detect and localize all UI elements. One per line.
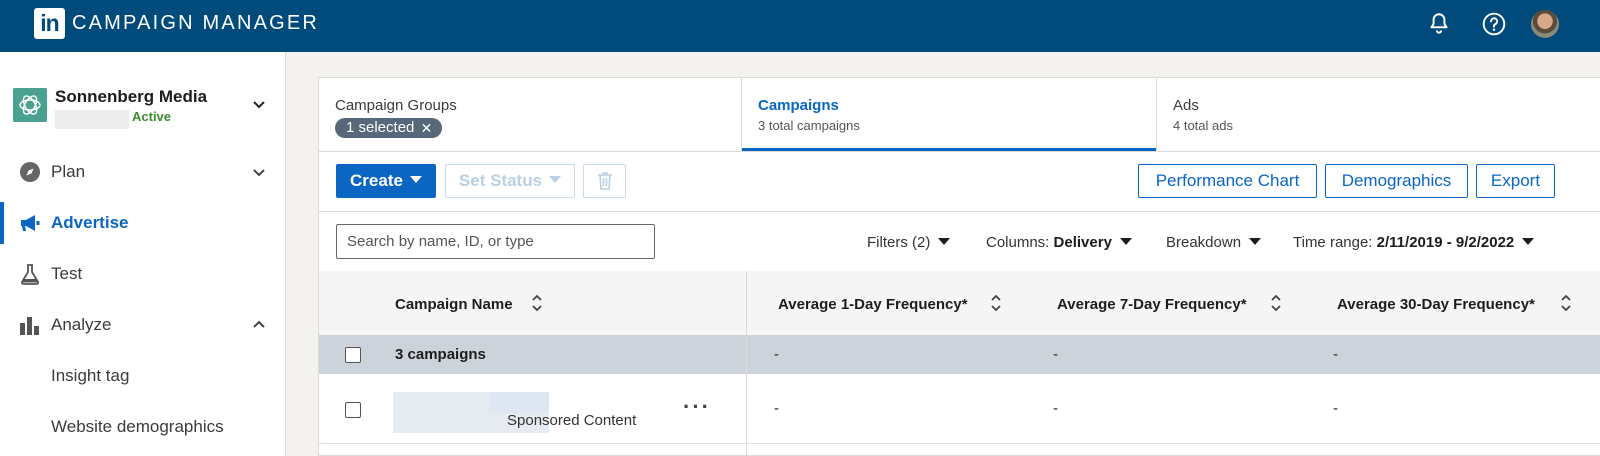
sidebar-subitem-website-demographics[interactable]: Website demographics [51,417,224,437]
filters-label: Filters (2) [867,234,931,251]
caret-down-icon [1522,237,1535,245]
divider [319,211,1600,212]
app-title: CAMPAIGN MANAGER [72,12,320,34]
sidebar-item-label: Advertise [51,213,129,232]
sidebar-item-analyze[interactable]: Analyze [0,304,285,346]
more-options-icon[interactable]: ··· [683,394,711,420]
column-header-campaign-name[interactable]: Campaign Name [395,296,513,313]
sidebar-item-test[interactable]: Test [0,253,285,295]
tab-subtitle: 3 total campaigns [758,118,860,133]
caret-down-icon [1249,237,1262,245]
top-bar: in CAMPAIGN MANAGER [0,0,1600,52]
tab-campaigns[interactable]: Campaigns 3 total campaigns [742,78,1157,151]
chevron-down-icon[interactable] [251,164,267,180]
sort-icon[interactable] [1269,292,1283,314]
trash-icon [597,172,612,190]
time-range-label: Time range: [1293,234,1373,251]
button-label: Set Status [458,171,543,190]
tab-subtitle: 4 total ads [1173,118,1233,133]
sidebar-subitem-insight-tag[interactable]: Insight tag [51,366,129,386]
caret-down-icon [549,176,562,184]
time-range-dropdown[interactable]: Time range: 2/11/2019 - 9/2/2022 [1293,234,1535,251]
account-logo [13,88,47,122]
summary-value: - [1053,346,1058,363]
megaphone-icon [21,215,40,231]
select-all-checkbox[interactable] [345,347,361,363]
selection-chip[interactable]: 1 selected ✕ [335,118,443,138]
caret-down-icon [1119,237,1132,245]
search-input[interactable] [336,224,655,259]
table-row[interactable]: Sponsored Content ··· - - - [319,374,1600,444]
bell-icon[interactable] [1426,11,1452,37]
close-icon[interactable]: ✕ [421,118,433,138]
help-icon[interactable] [1481,11,1507,37]
account-id-redacted [55,110,129,129]
sort-icon[interactable] [530,292,544,314]
compass-icon [20,162,40,182]
tab-title: Campaigns [758,97,839,114]
column-divider [746,271,747,456]
column-header-1-day-frequency[interactable]: Average 1-Day Frequency* [778,296,968,313]
columns-label: Columns: [986,234,1050,251]
create-button[interactable]: Create [336,164,436,198]
tab-title: Ads [1173,97,1199,114]
tab-title: Campaign Groups [335,97,457,114]
columns-dropdown[interactable]: Columns: Delivery [986,234,1132,251]
sidebar-item-label: Analyze [51,315,112,334]
avatar[interactable] [1531,10,1559,38]
caret-down-icon [938,237,951,245]
sidebar-item-plan[interactable]: Plan [0,151,285,193]
set-status-button[interactable]: Set Status [445,164,575,198]
sidebar-item-label: Test [51,264,83,283]
account-name[interactable]: Sonnenberg Media [55,87,207,107]
sidebar: Sonnenberg Media Active Plan Advertise T… [0,52,286,456]
campaigns-panel: Campaign Groups 1 selected ✕ Campaigns 3… [318,77,1600,456]
summary-value: - [1333,346,1338,363]
caret-down-icon [409,176,422,184]
table-header: Campaign Name Average 1-Day Frequency* A… [319,271,1600,335]
account-status: Active [132,109,172,124]
summary-label: 3 campaigns [395,346,486,363]
sort-icon[interactable] [989,292,1003,314]
chip-label: 1 selected [346,119,415,136]
row-value: - [1333,400,1338,417]
linkedin-logo[interactable]: in [34,8,65,39]
column-header-30-day-frequency[interactable]: Average 30-Day Frequency* [1337,296,1535,313]
columns-value: Delivery [1053,234,1112,251]
demographics-button[interactable]: Demographics [1325,164,1468,198]
chevron-up-icon[interactable] [251,317,267,333]
sort-icon[interactable] [1559,292,1573,314]
sidebar-item-advertise[interactable]: Advertise [0,202,285,244]
tab-ads[interactable]: Ads 4 total ads [1157,78,1600,151]
row-checkbox[interactable] [345,402,361,418]
button-label: Create [350,171,403,190]
export-button[interactable]: Export [1476,164,1555,198]
bar-chart-icon [20,317,39,335]
filters-dropdown[interactable]: Filters (2) [867,234,951,251]
summary-row: 3 campaigns - - - [319,335,1600,374]
flask-icon [21,264,39,285]
sidebar-item-label: Plan [51,162,86,181]
breakdown-label: Breakdown [1166,234,1242,251]
delete-button[interactable] [583,164,626,198]
breakdown-dropdown[interactable]: Breakdown [1166,234,1262,251]
campaign-name-redacted [489,392,549,413]
column-header-7-day-frequency[interactable]: Average 7-Day Frequency* [1057,296,1247,313]
time-range-value: 2/11/2019 - 9/2/2022 [1376,234,1515,251]
summary-value: - [774,346,779,363]
performance-chart-button[interactable]: Performance Chart [1138,164,1317,198]
account-chevron-down-icon[interactable] [251,96,267,112]
divider [319,151,1600,152]
row-value: - [774,400,779,417]
tab-campaign-groups[interactable]: Campaign Groups 1 selected ✕ [319,78,742,151]
row-value: - [1053,400,1058,417]
campaign-type: Sponsored Content [507,412,637,429]
